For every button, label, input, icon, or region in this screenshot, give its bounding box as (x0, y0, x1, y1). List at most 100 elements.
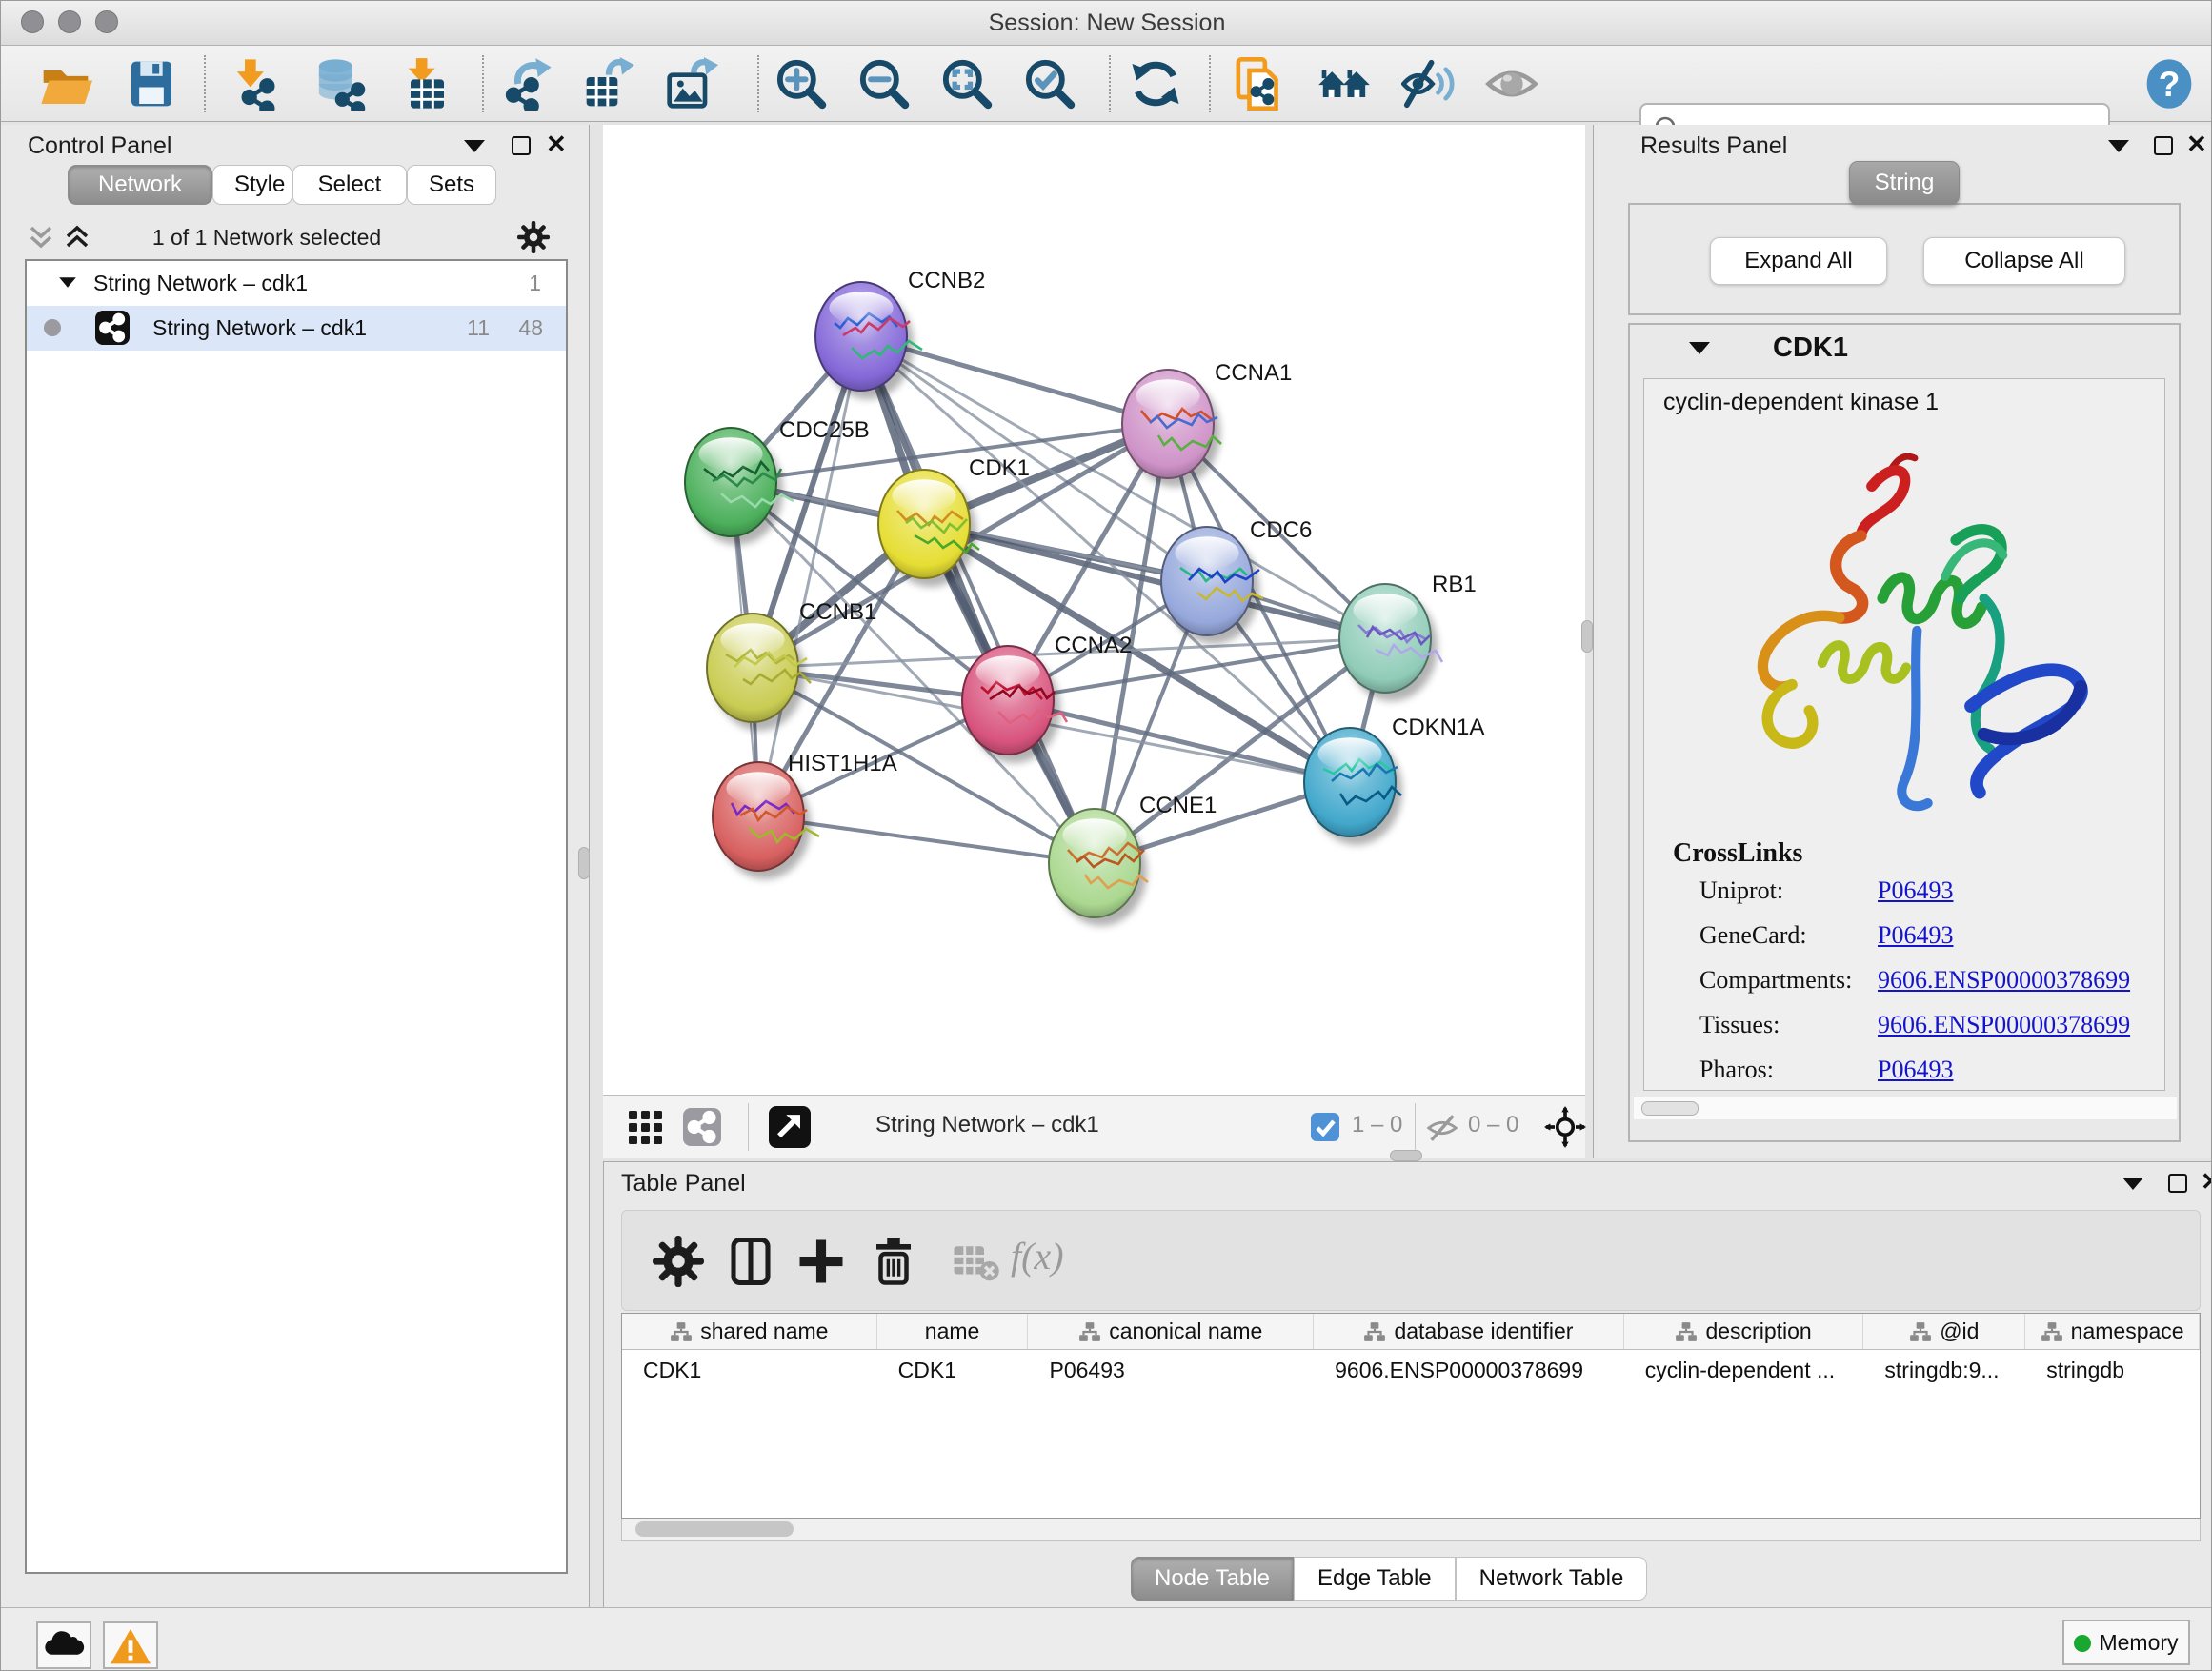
fit-content-crosshair-icon[interactable] (1544, 1106, 1586, 1148)
clone-network-button[interactable] (1233, 57, 1286, 111)
close-panel-button[interactable]: ✕ (2201, 1172, 2212, 1191)
close-panel-button[interactable]: ✕ (546, 134, 567, 153)
tab-string[interactable]: String (1849, 161, 1960, 205)
bottom-splitter-handle[interactable] (1390, 1150, 1422, 1161)
import-network-button[interactable] (231, 57, 285, 111)
hide-unhide-button[interactable] (1401, 57, 1455, 111)
column-header-namespace[interactable]: namespace (2025, 1314, 2200, 1349)
network-node-HIST1H1A[interactable] (713, 762, 819, 879)
table-cell[interactable]: stringdb:9... (1863, 1350, 2025, 1392)
left-splitter-handle[interactable] (578, 847, 590, 879)
export-table-button[interactable] (582, 57, 635, 111)
table-cell[interactable]: cyclin-dependent ... (1624, 1350, 1864, 1392)
zoom-in-button[interactable] (774, 57, 828, 111)
export-image-button[interactable] (665, 57, 718, 111)
table-settings-gear-icon[interactable] (653, 1236, 704, 1287)
memory-button[interactable]: Memory (2062, 1620, 2190, 1665)
zoom-selected-button[interactable] (1023, 57, 1076, 111)
grid-view-icon[interactable] (628, 1110, 664, 1146)
column-header-description[interactable]: description (1624, 1314, 1864, 1349)
panel-menu-icon[interactable] (464, 140, 485, 152)
network-row-selected[interactable]: String Network – cdk1 11 48 (27, 306, 566, 351)
network-node-CDC25B[interactable] (685, 428, 794, 545)
float-panel-button[interactable] (2154, 136, 2173, 155)
panel-menu-icon[interactable] (2108, 140, 2129, 152)
collapse-row-icon[interactable] (59, 277, 76, 287)
warning-status-button[interactable] (103, 1621, 158, 1669)
network-node-CDKN1A[interactable] (1304, 728, 1402, 845)
crosslink-link[interactable]: 9606.ENSP00000378699 (1878, 966, 2130, 995)
show-columns-icon[interactable] (725, 1236, 776, 1287)
zoom-fit-button[interactable] (940, 57, 994, 111)
column-header-@id[interactable]: @id (1863, 1314, 2025, 1349)
network-canvas[interactable]: CCNB2CCNA1CDC25BCDK1CDC6RB1CCNB1CCNA2CDK… (603, 125, 1585, 1095)
table-cell[interactable]: CDK1 (877, 1350, 1029, 1392)
crosslink-link[interactable]: P06493 (1878, 921, 1953, 950)
table-horizontal-scrollbar[interactable] (621, 1519, 2201, 1541)
hidden-eye-slash-icon[interactable] (1426, 1112, 1458, 1144)
column-header-name[interactable]: name (877, 1314, 1029, 1349)
crosslink-link[interactable]: P06493 (1878, 876, 1953, 905)
collapse-gene-icon[interactable] (1689, 342, 1710, 354)
network-collection-row[interactable]: String Network – cdk1 1 (27, 261, 566, 306)
tab-style[interactable]: Style (212, 165, 292, 205)
network-node-CCNA2[interactable] (962, 646, 1067, 763)
tab-network[interactable]: Network (68, 165, 212, 205)
titlebar: Session: New Session (1, 1, 2212, 46)
tab-network-table[interactable]: Network Table (1456, 1557, 1648, 1601)
collapse-all-button[interactable]: Collapse All (1923, 237, 2125, 285)
results-horizontal-scrollbar[interactable] (1634, 1097, 2177, 1119)
birds-eye-view-icon[interactable] (769, 1106, 811, 1148)
network-view-icon[interactable] (683, 1108, 721, 1146)
network-node-CCNE1[interactable] (1049, 809, 1148, 926)
network-list: String Network – cdk1 1 String Network –… (25, 259, 568, 1574)
cloud-status-button[interactable] (36, 1621, 91, 1669)
scrollbar-thumb[interactable] (1641, 1101, 1699, 1116)
open-session-button[interactable] (39, 57, 92, 111)
column-header-shared-name[interactable]: shared name (622, 1314, 877, 1349)
network-node-RB1[interactable] (1339, 584, 1442, 701)
table-cell[interactable]: P06493 (1028, 1350, 1314, 1392)
refresh-layout-button[interactable] (1129, 57, 1182, 111)
tab-node-table[interactable]: Node Table (1131, 1557, 1294, 1601)
create-column-plus-icon[interactable] (795, 1236, 847, 1287)
close-panel-button[interactable]: ✕ (2186, 134, 2207, 153)
network-edge[interactable] (861, 336, 1095, 863)
help-button[interactable]: ? (2142, 57, 2196, 111)
delete-column-trash-icon[interactable] (868, 1236, 919, 1287)
crosslink-link[interactable]: 9606.ENSP00000378699 (1878, 1011, 2130, 1039)
gear-icon[interactable] (517, 221, 550, 253)
table-cell[interactable]: stringdb (2025, 1350, 2200, 1392)
right-splitter-handle[interactable] (1581, 620, 1593, 653)
float-panel-button[interactable] (512, 136, 531, 155)
show-graphics-button[interactable] (1485, 57, 1538, 111)
zoom-out-button[interactable] (857, 57, 911, 111)
table-row[interactable]: CDK1CDK1P064939606.ENSP00000378699cyclin… (622, 1350, 2200, 1392)
import-table-button[interactable] (397, 57, 451, 111)
home-species-button[interactable] (1317, 57, 1371, 111)
crosslink-link[interactable]: P06493 (1878, 1056, 1953, 1084)
export-network-button[interactable] (500, 57, 553, 111)
tab-edge-table[interactable]: Edge Table (1294, 1557, 1456, 1601)
column-header-database-identifier[interactable]: database identifier (1314, 1314, 1624, 1349)
scrollbar-thumb[interactable] (635, 1521, 794, 1537)
import-network-from-database-button[interactable] (313, 57, 367, 111)
tab-select[interactable]: Select (292, 165, 407, 205)
network-node-CDK1[interactable] (878, 470, 979, 587)
panel-menu-icon[interactable] (2122, 1178, 2143, 1190)
tab-sets[interactable]: Sets (407, 165, 496, 205)
network-node-CCNA1[interactable] (1122, 370, 1221, 487)
network-node-CCNB2[interactable] (815, 282, 922, 399)
float-panel-button[interactable] (2168, 1174, 2187, 1193)
network-node-CDC6[interactable] (1161, 527, 1263, 644)
selected-checkbox-icon[interactable] (1310, 1112, 1340, 1142)
table-cell[interactable]: 9606.ENSP00000378699 (1314, 1350, 1624, 1392)
column-header-canonical-name[interactable]: canonical name (1028, 1314, 1314, 1349)
network-edge[interactable] (924, 524, 1385, 638)
table-cell[interactable]: CDK1 (622, 1350, 877, 1392)
network-edge[interactable] (758, 336, 861, 816)
results-actions-box: Expand All Collapse All (1628, 203, 2181, 315)
save-session-button[interactable] (125, 57, 178, 111)
table-toolbar: f(x) (621, 1210, 2201, 1311)
expand-all-button[interactable]: Expand All (1710, 237, 1887, 285)
